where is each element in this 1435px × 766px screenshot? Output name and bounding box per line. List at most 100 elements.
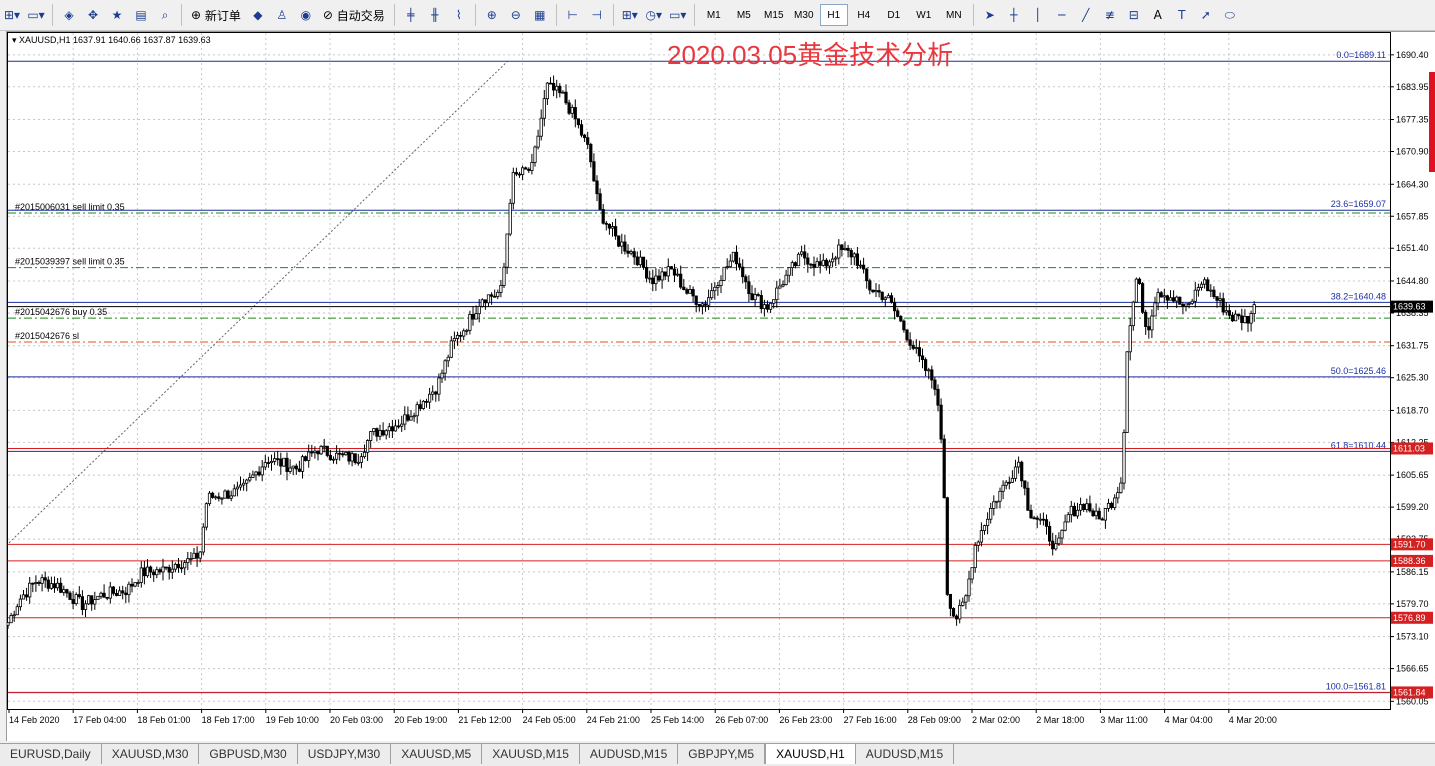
candle-body <box>111 586 115 594</box>
candle-body <box>99 592 103 597</box>
candle-body <box>369 431 373 441</box>
chart-window[interactable]: 1690.40 1683.95 1677.35 1670.90 1664.30 1657.… <box>6 31 1435 741</box>
new-chart-icon[interactable]: ⊞▾ <box>1 4 23 26</box>
chart-tab[interactable]: XAUUSD,M15 <box>482 744 580 764</box>
candle-body <box>533 146 537 163</box>
candle-body <box>893 301 897 312</box>
candle-body <box>951 608 956 617</box>
timeframe-m30[interactable]: M30 <box>790 4 818 26</box>
candle-body <box>1249 313 1253 324</box>
candle-body <box>480 299 484 307</box>
candle-body <box>204 503 208 528</box>
chart-tab[interactable]: XAUUSD,M5 <box>391 744 483 764</box>
vertical-line-icon[interactable]: │ <box>1027 4 1049 26</box>
candle-body <box>207 492 212 505</box>
chart-tab[interactable]: AUDUSD,M15 <box>856 744 955 764</box>
market-watch-icon[interactable]: ◈ <box>58 4 80 26</box>
chart-tab[interactable]: AUDUSD,M15 <box>580 744 679 764</box>
candle-body <box>276 458 280 461</box>
shapes-icon[interactable]: ⬭ <box>1219 4 1241 26</box>
price-chart[interactable]: 1690.40 1683.95 1677.35 1670.90 1664.30 1657.… <box>7 32 1434 740</box>
arrows-icon[interactable]: ➚ <box>1195 4 1217 26</box>
trendline-icon[interactable]: ╱ <box>1075 4 1097 26</box>
x-tick-label: 4 Mar 04:00 <box>1165 715 1213 725</box>
candle-body <box>179 567 184 570</box>
autoscroll-icon[interactable]: ⊣ <box>586 4 608 26</box>
candle-body <box>241 482 246 486</box>
candle-body <box>924 359 928 371</box>
candle-body <box>434 391 438 395</box>
timeframe-d1[interactable]: D1 <box>880 4 908 26</box>
candle-body <box>592 161 596 182</box>
chart-tab[interactable]: EURUSD,Daily <box>0 744 102 764</box>
timeframe-h1[interactable]: H1 <box>819 4 848 26</box>
chart-shift-icon[interactable]: ⊢ <box>562 4 584 26</box>
signals-icon[interactable]: ♙ <box>271 4 293 26</box>
candle-body <box>1075 509 1080 517</box>
x-tick-label: 20 Feb 19:00 <box>394 715 447 725</box>
candle-body <box>409 416 413 421</box>
chart-tab-active[interactable]: XAUUSD,H1 <box>765 744 856 764</box>
zoom-out-icon[interactable]: ⊖ <box>505 4 527 26</box>
tile-windows-icon[interactable]: ▦ <box>529 4 551 26</box>
candle-body <box>31 582 35 585</box>
candle-body <box>1001 484 1005 492</box>
chart-tab[interactable]: XAUUSD,M30 <box>102 744 200 764</box>
text-tool-button[interactable]: A <box>1147 4 1169 26</box>
timeframe-w1[interactable]: W1 <box>910 4 938 26</box>
candle-body <box>648 277 652 280</box>
bar-chart-icon[interactable]: ╪ <box>400 4 422 26</box>
profiles-icon[interactable]: ▭▾ <box>25 4 47 26</box>
candle-body <box>1082 504 1086 511</box>
candle-body <box>555 85 559 91</box>
indicators-icon[interactable]: ⊞▾ <box>619 4 641 26</box>
zoom-in-icon[interactable]: ⊕ <box>481 4 503 26</box>
order-label: #2015042676 buy 0.35 <box>15 307 107 317</box>
periods-icon[interactable]: ◷▾ <box>643 4 665 26</box>
timeframe-mn[interactable]: MN <box>940 4 968 26</box>
candle-body <box>945 497 949 595</box>
timeframe-h4[interactable]: H4 <box>850 4 878 26</box>
new-order-button[interactable]: ⊕ 新订单 <box>187 4 245 26</box>
candle-body <box>1172 297 1176 302</box>
channel-icon[interactable]: ⊟ <box>1123 4 1145 26</box>
radio-icon[interactable]: ◉ <box>295 4 317 26</box>
symbol-menu-icon[interactable]: ▾ <box>12 35 19 45</box>
timeframe-m15[interactable]: M15 <box>760 4 788 26</box>
chart-tab[interactable]: GBPJPY,M5 <box>678 744 766 764</box>
templates-icon[interactable]: ▭▾ <box>667 4 689 26</box>
cursor-icon[interactable]: ➤ <box>979 4 1001 26</box>
x-tick-label: 28 Feb 09:00 <box>908 715 961 725</box>
timeframe-m1[interactable]: M1 <box>700 4 728 26</box>
candle-body <box>1125 351 1129 433</box>
candle-body <box>353 453 357 463</box>
candle-body <box>21 594 26 600</box>
chart-tab[interactable]: USDJPY,M30 <box>298 744 392 764</box>
candle-body <box>344 451 348 456</box>
line-chart-icon[interactable]: ⌇ <box>448 4 470 26</box>
chart-tab[interactable]: GBPUSD,M30 <box>199 744 298 764</box>
candle-body <box>632 251 636 258</box>
candle-body <box>142 567 146 577</box>
navigator-icon[interactable]: ★ <box>106 4 128 26</box>
candle-body <box>307 451 311 461</box>
candle-body <box>446 356 450 362</box>
horizontal-line-icon[interactable]: ─ <box>1051 4 1073 26</box>
data-window-icon[interactable]: ✥ <box>82 4 104 26</box>
strategy-tester-icon[interactable]: ⌕ <box>154 4 176 26</box>
candle-body <box>676 273 680 276</box>
terminal-icon[interactable]: ▤ <box>130 4 152 26</box>
text-label-icon[interactable]: T <box>1171 4 1193 26</box>
fibonacci-icon[interactable]: ≢ <box>1099 4 1121 26</box>
candle-body <box>403 414 407 425</box>
auto-trading-button[interactable]: ⊘ 自动交易 <box>319 4 389 26</box>
candle-body <box>412 415 416 418</box>
candlestick-icon[interactable]: ╫ <box>424 4 446 26</box>
timeframe-m5[interactable]: M5 <box>730 4 758 26</box>
crosshair-icon[interactable]: ┼ <box>1003 4 1025 26</box>
candle-body <box>46 579 50 589</box>
candle-body <box>294 465 298 470</box>
candle-body <box>700 303 705 307</box>
x-tick-label: 3 Mar 11:00 <box>1100 715 1147 725</box>
metaeditor-icon[interactable]: ◆ <box>247 4 269 26</box>
